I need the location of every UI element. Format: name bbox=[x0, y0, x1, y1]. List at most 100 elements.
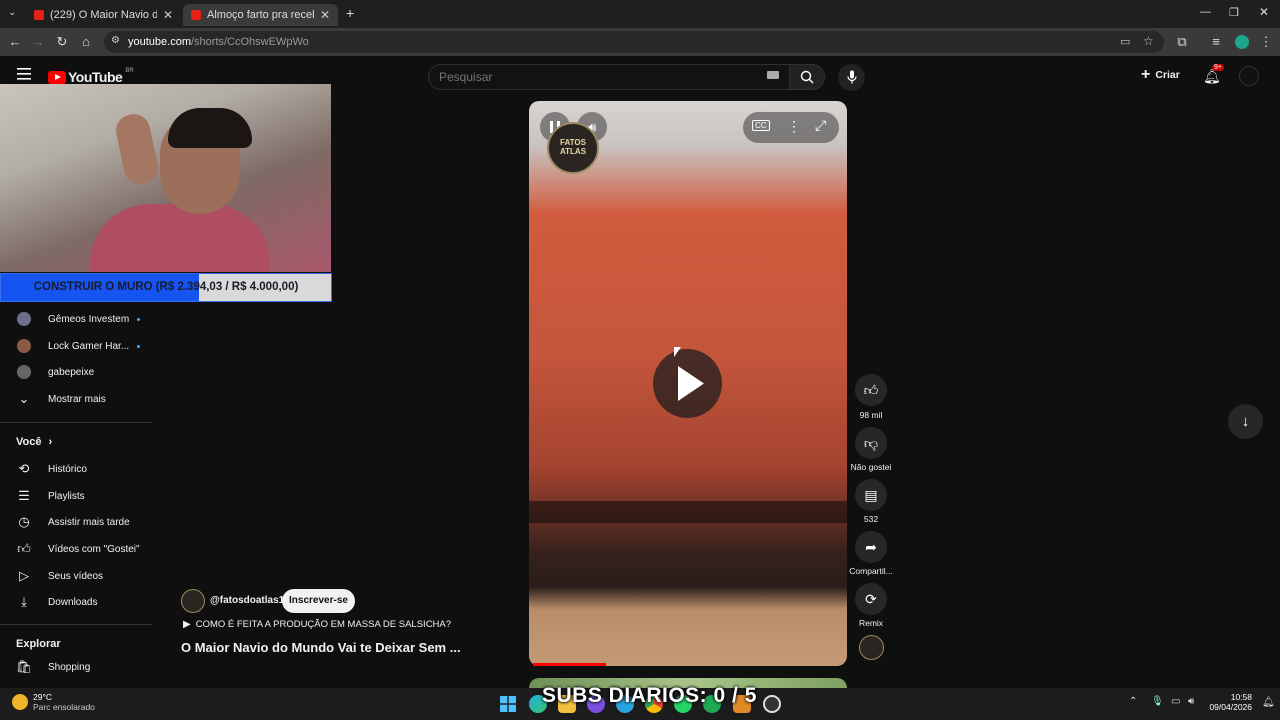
more-options-icon[interactable]: ⋮ bbox=[787, 118, 801, 135]
subscription-item[interactable]: Gêmeos Investem bbox=[0, 306, 152, 332]
account-avatar[interactable] bbox=[1239, 66, 1259, 86]
video-progress-bar[interactable] bbox=[533, 663, 607, 666]
browser-menu-icon[interactable]: ⋮ bbox=[1258, 34, 1274, 50]
subscription-item[interactable]: Lock Gamer Har... bbox=[0, 333, 152, 359]
browser-tab-strip: ⌄ (229) O Maior Navio do Mu ✕ Almoço far… bbox=[0, 0, 1280, 28]
daily-subs-counter: SUBS DIARIOS: 0 / 5 bbox=[542, 684, 757, 707]
notification-center-icon[interactable]: 🔔︎ bbox=[1262, 697, 1275, 708]
sidebar-item-downloads[interactable]: ⤓ Downloads bbox=[0, 589, 152, 615]
player-controls-right: CC ⋮ ⤢ bbox=[743, 112, 839, 143]
sound-title: COMO É FEITA A PRODUÇÃO EM MASSA DE SALS… bbox=[195, 619, 452, 630]
remix-label: Remix bbox=[858, 618, 884, 628]
notifications-badge: 9+ bbox=[1212, 64, 1224, 71]
microphone-tray-icon[interactable]: 🎙︎ bbox=[1151, 696, 1164, 707]
thumbs-down-icon: 👎︎ bbox=[863, 435, 879, 451]
sidebar-item-history[interactable]: ⟲ Histórico bbox=[0, 456, 152, 482]
sidebar-item-playlists[interactable]: ☰ Playlists bbox=[0, 483, 152, 509]
sidebar-item-liked-videos[interactable]: 👍︎ Vídeos com "Gostei" bbox=[0, 536, 152, 562]
close-window-button[interactable]: ✕ bbox=[1259, 5, 1269, 19]
create-button[interactable]: + Criar bbox=[1141, 67, 1180, 83]
subscription-label: Lock Gamer Har... bbox=[48, 340, 130, 352]
sidebar-item-your-videos[interactable]: ▷ Seus vídeos bbox=[0, 563, 152, 589]
notifications-button[interactable]: 🔔︎ 9+ bbox=[1203, 64, 1224, 86]
sound-link[interactable]: ▶ COMO É FEITA A PRODUÇÃO EM MASSA DE SAL… bbox=[183, 619, 451, 630]
comments-button[interactable]: ▤ bbox=[855, 479, 887, 511]
profile-avatar[interactable] bbox=[1235, 35, 1249, 49]
new-tab-button[interactable]: + bbox=[346, 5, 354, 21]
tab-title: Almoço farto pra receber os pa bbox=[207, 9, 314, 21]
tray-chevron-icon[interactable]: ⌃ bbox=[1129, 696, 1137, 707]
share-button[interactable]: ➦ bbox=[855, 531, 887, 563]
search-icon bbox=[800, 70, 814, 84]
weather-widget[interactable]: 29°C Parc ensolarado bbox=[12, 692, 95, 712]
dislike-label: Não gostei bbox=[850, 462, 892, 472]
you-heading-label: Você bbox=[16, 436, 42, 448]
short-title[interactable]: O Maior Navio do Mundo Vai te Deixar Sem… bbox=[181, 640, 461, 655]
video-icon: ▷ bbox=[19, 568, 29, 583]
captions-icon[interactable]: CC bbox=[752, 120, 770, 131]
play-button[interactable] bbox=[653, 349, 722, 418]
arrow-down-icon: ↓ bbox=[1241, 413, 1250, 430]
clock[interactable]: 10:58 09/04/2026 bbox=[1206, 692, 1252, 712]
next-short-button[interactable]: ↓ bbox=[1228, 404, 1263, 439]
sidebar-item-watch-later[interactable]: ◷ Assistir mais tarde bbox=[0, 509, 152, 535]
minimize-window-button[interactable]: — bbox=[1200, 6, 1211, 18]
subscription-label: Gêmeos Investem bbox=[48, 313, 130, 325]
reload-icon[interactable]: ↻ bbox=[54, 34, 70, 50]
fullscreen-icon[interactable]: ⤢ bbox=[815, 117, 826, 134]
mouse-cursor-icon bbox=[674, 347, 681, 357]
like-icon: 👍︎ bbox=[17, 541, 31, 556]
hamburger-menu-icon[interactable] bbox=[17, 68, 31, 80]
search-box bbox=[428, 64, 790, 90]
youtube-logo[interactable]: YouTube BR bbox=[48, 68, 134, 85]
voice-search-button[interactable] bbox=[838, 64, 865, 91]
you-section-heading[interactable]: Você › bbox=[16, 436, 52, 448]
new-content-dot bbox=[137, 317, 141, 321]
play-small-icon: ▶ bbox=[183, 619, 191, 630]
browser-tab-2[interactable]: Almoço farto pra receber os pa ✕ bbox=[183, 4, 338, 26]
sidebar-item-shopping[interactable]: 🛍︎ Shopping bbox=[0, 654, 152, 680]
clock-date: 09/04/2026 bbox=[1209, 702, 1252, 712]
extensions-icon[interactable]: ⧉ bbox=[1174, 34, 1190, 50]
like-button[interactable]: 👍︎ bbox=[855, 374, 887, 406]
channel-avatar[interactable] bbox=[181, 589, 205, 613]
bookmark-star-icon[interactable]: ☆ bbox=[1143, 34, 1154, 48]
media-controls-icon[interactable]: ≡ bbox=[1208, 34, 1224, 49]
subscribe-button[interactable]: Inscrever-se bbox=[282, 589, 355, 613]
home-icon[interactable]: ⌂ bbox=[78, 34, 94, 49]
url-host: youtube.com bbox=[128, 36, 191, 48]
back-arrow-icon[interactable]: ← bbox=[7, 34, 23, 49]
youtube-favicon-icon bbox=[191, 10, 201, 20]
site-info-icon[interactable]: ⚙ bbox=[111, 35, 120, 46]
channel-handle[interactable]: @fatosdoatlas1 bbox=[210, 595, 284, 606]
keyboard-icon[interactable] bbox=[767, 71, 779, 79]
search-button[interactable] bbox=[789, 64, 825, 90]
thumbs-up-icon: 👍︎ bbox=[863, 382, 879, 398]
sidebar-item-label: Downloads bbox=[48, 596, 98, 608]
subscription-item[interactable]: gabepeixe bbox=[0, 359, 152, 385]
remix-icon: ⟳ bbox=[865, 591, 877, 607]
sound-channel-avatar[interactable] bbox=[859, 635, 884, 660]
close-tab-icon[interactable]: ✕ bbox=[163, 8, 173, 22]
tab-list-menu-button[interactable]: ⌄ bbox=[8, 7, 16, 18]
channel-watermark-logo: FATOS ATLAS bbox=[547, 122, 599, 174]
youtube-play-logo-icon bbox=[48, 70, 66, 84]
volume-tray-icon[interactable]: 🔊︎ bbox=[1188, 696, 1194, 707]
sidebar-divider bbox=[0, 422, 152, 423]
region-code: BR bbox=[125, 68, 134, 74]
obs-icon[interactable] bbox=[763, 695, 781, 713]
cast-icon[interactable]: ▭ bbox=[1120, 35, 1130, 48]
windows-start-icon[interactable] bbox=[500, 696, 516, 712]
browser-tab-1[interactable]: (229) O Maior Navio do Mu ✕ bbox=[26, 4, 181, 26]
close-tab-icon[interactable]: ✕ bbox=[320, 8, 330, 22]
tab-title: (229) O Maior Navio do Mu bbox=[50, 9, 157, 21]
remix-button[interactable]: ⟳ bbox=[855, 583, 887, 615]
show-more-button[interactable]: ⌄ Mostrar mais bbox=[0, 386, 152, 412]
address-bar[interactable]: ⚙ youtube.com/shorts/CcOhswEWpWo ▭ ☆ bbox=[104, 31, 1164, 53]
network-icon[interactable]: ▭ bbox=[1171, 696, 1180, 707]
like-count: 98 mil bbox=[859, 410, 883, 420]
dislike-button[interactable]: 👎︎ bbox=[855, 427, 887, 459]
forward-arrow-icon[interactable]: → bbox=[30, 34, 46, 49]
restore-window-button[interactable]: ❐ bbox=[1229, 6, 1239, 19]
search-input[interactable] bbox=[439, 69, 759, 85]
